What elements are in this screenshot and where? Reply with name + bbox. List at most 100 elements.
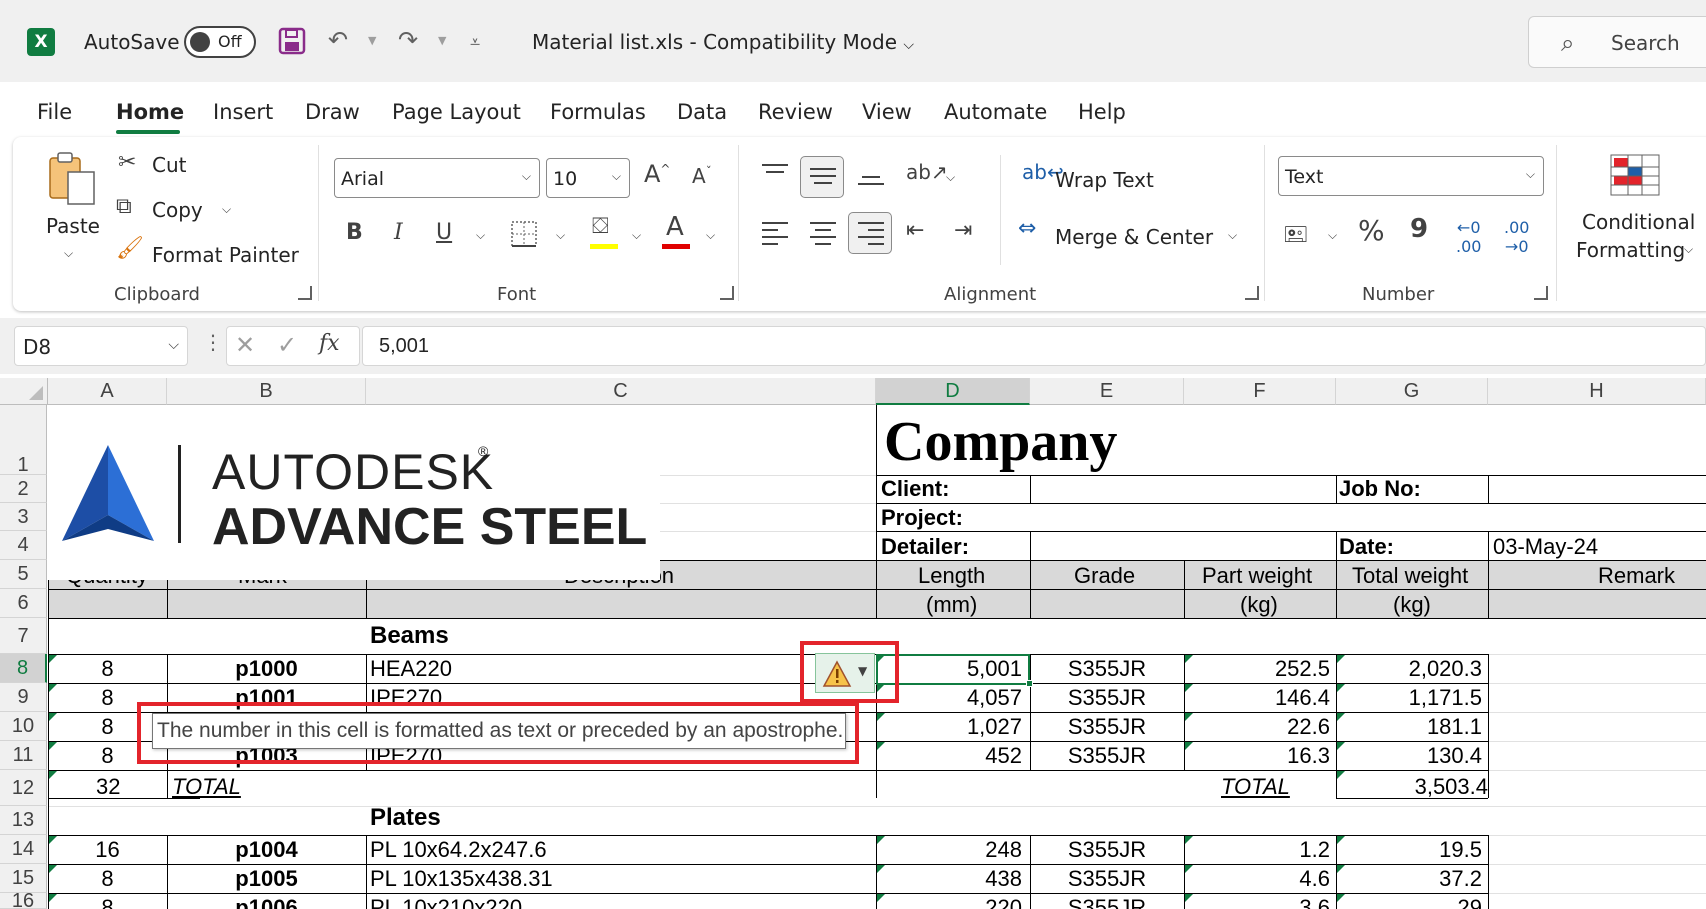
row-header-12[interactable]: 12 [0, 770, 47, 806]
beam-grade[interactable]: S355JR [1030, 714, 1184, 740]
plate-qty[interactable]: 16 [48, 837, 167, 863]
beam-total-weight[interactable]: 1,171.5 [1336, 685, 1482, 711]
beam-description[interactable]: HEA220 [370, 656, 452, 682]
plate-length[interactable]: 248 [876, 837, 1022, 863]
row-header-4[interactable]: 4 [0, 531, 47, 560]
increase-font-icon[interactable]: A^ [644, 160, 670, 188]
tab-file[interactable]: File [37, 100, 72, 124]
clipboard-launcher-icon[interactable] [298, 286, 312, 300]
row-header-16[interactable]: 16 [0, 891, 47, 909]
plates-title[interactable]: Plates [370, 804, 441, 832]
underline-button[interactable]: U [436, 220, 452, 245]
total-label-2[interactable]: TOTAL [1221, 774, 1290, 800]
file-title[interactable]: Material list.xls - Compatibility Mode ⌵ [532, 30, 914, 54]
orientation-icon[interactable]: ab↗ [906, 160, 948, 184]
plate-grade[interactable]: S355JR [1030, 895, 1184, 909]
row-header-9[interactable]: 9 [0, 683, 47, 712]
row-header-13[interactable]: 13 [0, 806, 47, 835]
tab-review[interactable]: Review [758, 100, 833, 124]
plate-length[interactable]: 220 [876, 895, 1022, 909]
increase-decimal-icon[interactable]: ←0.00 [1456, 218, 1481, 256]
plate-total-weight[interactable]: 19.5 [1336, 837, 1482, 863]
beam-part-weight[interactable]: 146.4 [1184, 685, 1330, 711]
plate-grade[interactable]: S355JR [1030, 837, 1184, 863]
beam-qty[interactable]: 8 [48, 656, 167, 682]
merge-dropdown-icon[interactable]: ⌵ [1228, 228, 1237, 243]
tab-page-layout[interactable]: Page Layout [392, 100, 521, 124]
plate-mark[interactable]: p1004 [167, 837, 366, 863]
total-quantity[interactable]: 32 [96, 774, 120, 800]
cut-button[interactable]: Cut [152, 153, 186, 177]
column-header-h[interactable]: H [1488, 378, 1706, 405]
beam-mark[interactable]: p1000 [167, 656, 366, 682]
header-part-weight[interactable]: Part weight [1202, 563, 1312, 589]
borders-icon[interactable] [510, 220, 538, 248]
tab-formulas[interactable]: Formulas [550, 100, 646, 124]
merge-center-button[interactable]: Merge & Center [1055, 225, 1213, 249]
redo-icon[interactable]: ↷ [398, 26, 418, 54]
beam-total-weight[interactable]: 130.4 [1336, 743, 1482, 769]
header-remark[interactable]: Remark [1598, 563, 1675, 589]
header-length[interactable]: Length [918, 563, 985, 589]
row-header-11[interactable]: 11 [0, 741, 47, 770]
bold-button[interactable]: B [346, 220, 363, 245]
row-header-7[interactable]: 7 [0, 618, 47, 654]
autosave-toggle[interactable]: Off [184, 26, 256, 58]
column-header-e[interactable]: E [1030, 378, 1184, 405]
font-name-select[interactable]: Arial ⌵ [334, 158, 540, 198]
number-launcher-icon[interactable] [1534, 286, 1548, 300]
row-header-2[interactable]: 2 [0, 475, 47, 503]
decrease-decimal-icon[interactable]: .00 →0 [1504, 218, 1529, 256]
plate-qty[interactable]: 8 [48, 895, 167, 909]
beam-length[interactable]: 452 [876, 743, 1022, 769]
column-header-c[interactable]: C [366, 378, 876, 405]
align-top-icon[interactable] [762, 164, 788, 178]
project-label[interactable]: Project: [881, 505, 963, 531]
total-weight[interactable]: 3,503.4 [1336, 774, 1488, 800]
decrease-indent-icon[interactable]: ⇤ [906, 218, 924, 243]
plate-grade[interactable]: S355JR [1030, 866, 1184, 892]
name-box[interactable]: D8 ⌵ [14, 326, 188, 366]
tab-insert[interactable]: Insert [213, 100, 273, 124]
row-header-14[interactable]: 14 [0, 835, 47, 864]
date-value[interactable]: 03-May-24 [1493, 534, 1598, 560]
tab-help[interactable]: Help [1078, 100, 1126, 124]
row-header-15[interactable]: 15 [0, 864, 47, 893]
autodesk-logo[interactable]: AUTODESK ® ADVANCE STEEL [48, 405, 660, 580]
underline-dropdown-icon[interactable]: ⌵ [476, 228, 485, 243]
decrease-font-icon[interactable]: Aˇ [692, 164, 712, 188]
undo-dropdown-icon[interactable]: ▼ [368, 34, 376, 47]
italic-button[interactable]: I [394, 220, 403, 245]
beam-part-weight[interactable]: 16.3 [1184, 743, 1330, 769]
column-header-b[interactable]: B [167, 378, 366, 405]
save-icon[interactable] [278, 27, 306, 55]
column-header-f[interactable]: F [1184, 378, 1336, 405]
header-length-unit[interactable]: (mm) [926, 592, 977, 618]
cancel-icon[interactable]: ✕ [235, 331, 255, 359]
beam-grade[interactable]: S355JR [1030, 656, 1184, 682]
total-label[interactable]: TOTAL [172, 774, 241, 800]
fill-color-dropdown-icon[interactable]: ⌵ [632, 228, 641, 243]
tab-data[interactable]: Data [677, 100, 727, 124]
detailer-label[interactable]: Detailer: [881, 534, 969, 560]
redo-dropdown-icon[interactable]: ▼ [438, 34, 446, 47]
plate-length[interactable]: 438 [876, 866, 1022, 892]
plate-description[interactable]: PL 10x64.2x247.6 [370, 837, 547, 863]
comma-style-button[interactable]: 9 [1410, 214, 1428, 244]
enter-icon[interactable]: ✓ [277, 331, 297, 359]
select-all-corner[interactable] [0, 378, 48, 405]
orientation-dropdown-icon[interactable]: ⌵ [946, 170, 955, 185]
beam-total-weight[interactable]: 2,020.3 [1336, 656, 1482, 682]
plate-part-weight[interactable]: 4.6 [1184, 866, 1330, 892]
borders-dropdown-icon[interactable]: ⌵ [556, 228, 565, 243]
font-size-select[interactable]: 10 ⌵ [546, 158, 630, 198]
header-part-weight-unit[interactable]: (kg) [1240, 592, 1278, 618]
plate-part-weight[interactable]: 3.6 [1184, 895, 1330, 909]
tab-view[interactable]: View [862, 100, 912, 124]
header-total-weight-unit[interactable]: (kg) [1393, 592, 1431, 618]
row-header-8[interactable]: 8 [0, 654, 47, 683]
beam-part-weight[interactable]: 252.5 [1184, 656, 1330, 682]
align-bottom-icon[interactable] [858, 176, 884, 190]
copy-button[interactable]: Copy [152, 198, 203, 222]
undo-icon[interactable]: ↶ [328, 26, 348, 54]
